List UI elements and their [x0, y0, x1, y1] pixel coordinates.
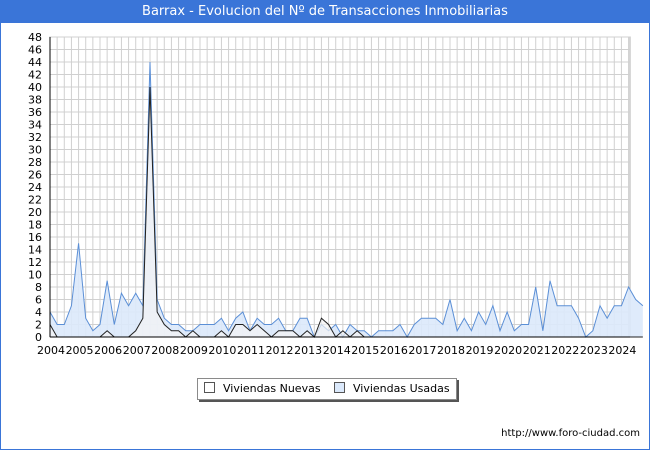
x-tick-label: 2021: [523, 344, 551, 357]
y-tick-label: 40: [28, 81, 42, 94]
x-tick-label: 2018: [437, 344, 465, 357]
y-tick-label: 20: [28, 206, 42, 219]
y-tick-label: 2: [35, 319, 42, 332]
x-tick-label: 2015: [351, 344, 379, 357]
y-tick-label: 10: [28, 269, 42, 282]
y-tick-label: 8: [35, 281, 42, 294]
y-tick-label: 36: [28, 106, 42, 119]
y-tick-label: 12: [28, 256, 42, 269]
y-tick-label: 6: [35, 294, 42, 307]
legend-item-nuevas: Viviendas Nuevas: [204, 382, 321, 396]
y-tick-label: 38: [28, 94, 42, 107]
chart-plot: 0246810121416182022242628303234363840424…: [28, 31, 644, 357]
y-tick-label: 48: [28, 31, 42, 44]
y-tick-label: 24: [28, 181, 42, 194]
legend-label-nuevas: Viviendas Nuevas: [223, 382, 321, 395]
y-tick-label: 46: [28, 44, 42, 57]
y-tick-label: 34: [28, 119, 42, 132]
legend: Viviendas Nuevas Viviendas Usadas: [197, 378, 457, 400]
source-url[interactable]: http://www.foro-ciudad.com: [501, 428, 640, 439]
y-tick-label: 4: [35, 306, 42, 319]
y-tick-label: 22: [28, 194, 42, 207]
legend-swatch-usadas: [334, 382, 345, 393]
y-tick-label: 42: [28, 69, 42, 82]
y-tick-label: 32: [28, 131, 42, 144]
legend-label-usadas: Viviendas Usadas: [353, 382, 450, 395]
x-tick-label: 2024: [608, 344, 636, 357]
x-tick-label: 2010: [208, 344, 236, 357]
y-tick-label: 26: [28, 169, 42, 182]
y-tick-label: 18: [28, 219, 42, 232]
x-tick-label: 2004: [37, 344, 65, 357]
legend-swatch-nuevas: [204, 382, 215, 393]
x-tick-label: 2009: [180, 344, 208, 357]
x-tick-label: 2020: [494, 344, 522, 357]
x-tick-label: 2005: [66, 344, 94, 357]
chart-frame: Barrax - Evolucion del Nº de Transaccion…: [0, 0, 650, 450]
x-tick-label: 2012: [266, 344, 294, 357]
y-tick-label: 16: [28, 231, 42, 244]
x-tick-label: 2023: [580, 344, 608, 357]
x-tick-label: 2014: [323, 344, 351, 357]
x-tick-label: 2006: [94, 344, 122, 357]
x-tick-label: 2007: [123, 344, 151, 357]
y-tick-label: 28: [28, 156, 42, 169]
y-tick-label: 44: [28, 56, 42, 69]
x-tick-label: 2013: [294, 344, 322, 357]
y-tick-label: 0: [35, 331, 42, 344]
x-tick-label: 2016: [380, 344, 408, 357]
x-tick-label: 2019: [466, 344, 494, 357]
x-tick-label: 2011: [237, 344, 265, 357]
legend-item-usadas: Viviendas Usadas: [334, 382, 450, 396]
y-tick-label: 14: [28, 244, 42, 257]
x-tick-label: 2017: [408, 344, 436, 357]
x-tick-label: 2008: [151, 344, 179, 357]
x-tick-label: 2022: [551, 344, 579, 357]
y-tick-label: 30: [28, 144, 42, 157]
